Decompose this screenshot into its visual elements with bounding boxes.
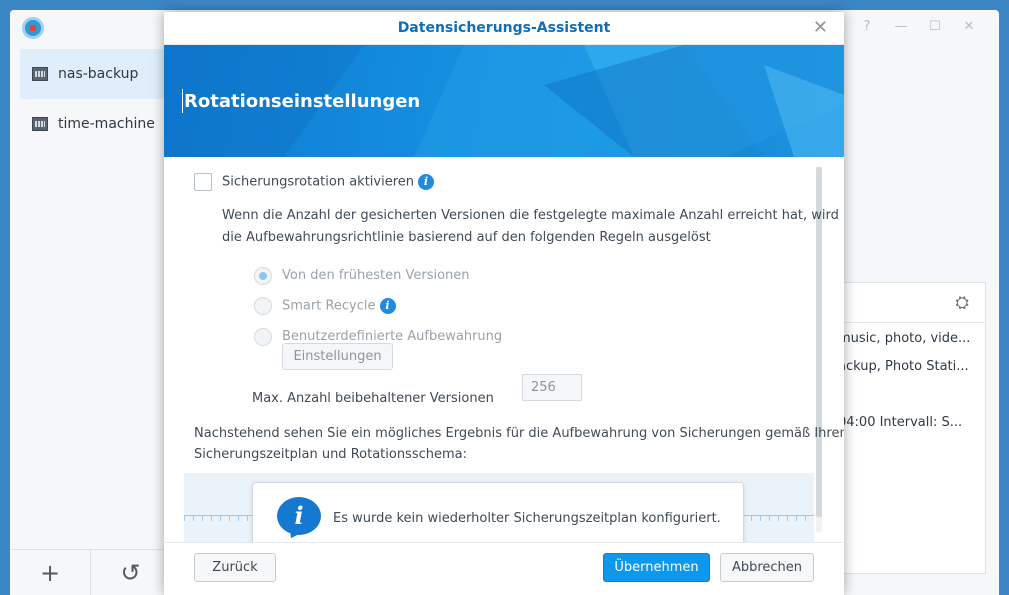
sidebar-item-time-machine[interactable]: time-machine — [20, 99, 170, 149]
radio-custom-retention-label[interactable]: Benutzerdefinierte Aufbewahrung — [282, 329, 502, 344]
detail-schedule: 04:00 Intervall: S... — [838, 415, 963, 430]
no-schedule-notice: i Es wurde kein wiederholter Sicherungsz… — [252, 482, 744, 542]
info-icon[interactable]: i — [379, 298, 396, 314]
plus-icon: + — [39, 558, 61, 587]
text-cursor — [182, 89, 183, 113]
dialog-content: Sicherungsrotation aktivieren i Wenn die … — [164, 157, 844, 542]
dialog-title: Datensicherungs-Assistent — [397, 20, 611, 36]
history-icon: ↺ — [120, 558, 141, 587]
backup-wizard-dialog: Datensicherungs-Assistent ✕ Rotationsein… — [164, 12, 844, 595]
help-icon[interactable]: ? — [857, 19, 877, 34]
info-icon[interactable]: i — [418, 174, 435, 190]
description-line-1: Wenn die Anzahl der gesicherten Versione… — [222, 208, 839, 223]
max-versions-label: Max. Anzahl beibehaltener Versionen — [252, 391, 494, 406]
radio-custom-retention[interactable] — [254, 328, 272, 346]
notice-text: Es wurde kein wiederholter Sicherungszei… — [333, 511, 721, 526]
page-title: Rotationseinstellungen — [184, 91, 421, 112]
sidebar-item-label: nas-backup — [58, 66, 139, 82]
sidebar-item-nas-backup[interactable]: nas-backup — [20, 49, 170, 99]
window-controls: ? — ☐ ✕ — [857, 19, 979, 34]
sidebar-footer: + ↺ — [10, 549, 170, 595]
dialog-banner: Rotationseinstellungen — [164, 45, 844, 157]
radio-smart-recycle[interactable] — [254, 297, 272, 315]
restore-icon[interactable]: ⛭ — [955, 293, 969, 313]
sidebar-item-label: time-machine — [58, 116, 155, 132]
backup-drive-icon — [32, 67, 48, 81]
detail-sources: music, photo, vide... — [838, 331, 971, 346]
radio-smart-recycle-label[interactable]: Smart Recycle i — [282, 298, 396, 314]
info-bubble-icon: i — [277, 497, 321, 535]
dialog-footer: Zurück Übernehmen Abbrechen — [164, 542, 844, 595]
radio-earliest-versions-label[interactable]: Von den frühesten Versionen — [282, 268, 470, 283]
cancel-button[interactable]: Abbrechen — [720, 553, 814, 582]
restore-history-button[interactable]: ↺ — [90, 550, 170, 595]
apply-button[interactable]: Übernehmen — [603, 553, 710, 582]
maximize-icon[interactable]: ☐ — [925, 19, 945, 34]
max-versions-input[interactable]: 256 — [522, 374, 582, 401]
minimize-icon[interactable]: — — [891, 19, 911, 34]
close-window-icon[interactable]: ✕ — [959, 19, 979, 34]
detail-apps: ackup, Photo Stati... — [838, 359, 969, 374]
sidebar: nas-backup time-machine + ↺ — [10, 46, 170, 595]
dialog-titlebar: Datensicherungs-Assistent ✕ — [164, 12, 844, 45]
rotation-checkbox-label[interactable]: Sicherungsrotation aktivieren i — [222, 174, 435, 190]
backup-drive-icon — [32, 117, 48, 131]
back-button[interactable]: Zurück — [194, 553, 276, 582]
settings-button[interactable]: Einstellungen — [282, 343, 393, 370]
add-task-button[interactable]: + — [10, 550, 90, 595]
close-icon[interactable]: ✕ — [813, 17, 828, 38]
rotation-checkbox[interactable] — [194, 173, 212, 191]
radio-earliest-versions[interactable] — [254, 267, 272, 285]
smart-recycle-text: Smart Recycle — [282, 298, 376, 314]
description-line-2: die Aufbewahrungsrichtlinie basierend au… — [222, 230, 711, 245]
panel-header: ⛭ — [830, 283, 985, 323]
result-description-line-1: Nachstehend sehen Sie ein mögliches Erge… — [194, 426, 844, 441]
rotation-label-text: Sicherungsrotation aktivieren — [222, 174, 415, 190]
task-details-panel: ⛭ music, photo, vide... ackup, Photo Sta… — [830, 282, 986, 574]
result-description-line-2: Sicherungszeitplan und Rotationsschema: — [194, 447, 467, 462]
hyper-backup-logo-icon — [22, 17, 44, 39]
